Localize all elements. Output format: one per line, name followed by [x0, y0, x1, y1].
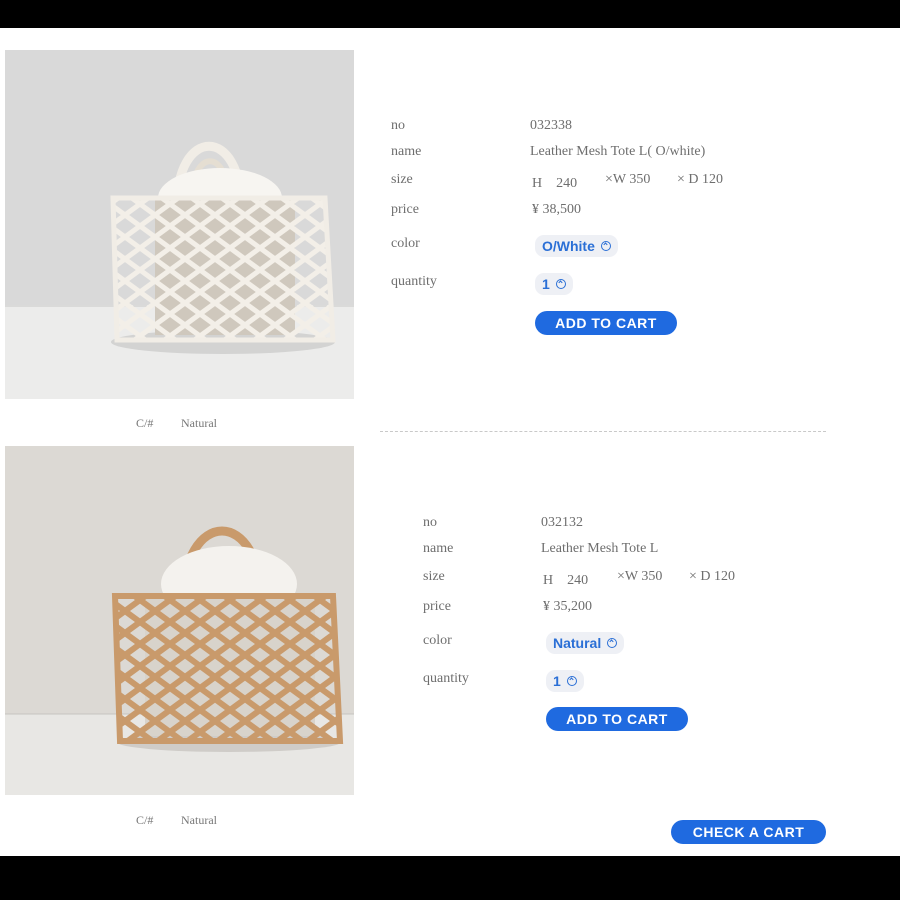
chevron-updown-icon [607, 638, 618, 648]
chevron-updown-icon [600, 241, 611, 251]
size-label: size [423, 569, 445, 584]
caption-code: C/# [136, 416, 154, 430]
product-number: 032338 [530, 118, 572, 133]
color-select[interactable]: Natural [546, 632, 625, 654]
divider [380, 431, 826, 432]
product-price: ¥ 35,200 [543, 599, 592, 614]
add-to-cart-button[interactable]: ADD TO CART [535, 311, 677, 335]
no-label: no [423, 515, 437, 530]
color-label: color [391, 236, 420, 251]
size-depth: × D 120 [689, 569, 736, 584]
name-label: name [391, 144, 422, 159]
product-photo-2 [5, 446, 354, 795]
caption-value: Natural [181, 813, 217, 827]
caption-value: Natural [181, 416, 217, 430]
price-label: price [391, 202, 419, 217]
quantity-label: quantity [391, 274, 437, 289]
product-name: Leather Mesh Tote L [541, 541, 659, 556]
size-height: H 240 [532, 176, 578, 191]
caption-code: C/# [136, 813, 154, 827]
chevron-updown-icon [555, 279, 566, 289]
size-width: ×W 350 [617, 569, 663, 584]
size-depth: × D 120 [677, 172, 724, 187]
product-page: C/# Natural no 032338 name Leather Mesh To… [0, 28, 900, 856]
color-select[interactable]: O/White [535, 235, 618, 257]
product-price: ¥ 38,500 [532, 202, 581, 217]
size-height: H 240 [543, 573, 589, 588]
product-photo-1 [5, 50, 354, 399]
chevron-updown-icon [566, 676, 577, 686]
color-select-value: O/White [542, 238, 595, 254]
mesh-tote-image [5, 50, 354, 399]
add-to-cart-button[interactable]: ADD TO CART [546, 707, 688, 731]
color-label: color [423, 633, 452, 648]
size-label: size [391, 172, 413, 187]
product-name: Leather Mesh Tote L( O/white) [530, 144, 706, 159]
quantity-select[interactable]: 1 [546, 670, 584, 692]
name-label: name [423, 541, 454, 556]
quantity-select-value: 1 [542, 276, 550, 292]
size-width: ×W 350 [605, 172, 651, 187]
product-number: 032132 [541, 515, 583, 530]
color-select-value: Natural [553, 635, 602, 651]
quantity-label: quantity [423, 671, 469, 686]
check-cart-button[interactable]: CHECK A CART [671, 820, 826, 844]
price-label: price [423, 599, 451, 614]
no-label: no [391, 118, 405, 133]
quantity-select[interactable]: 1 [535, 273, 573, 295]
mesh-tote-image [5, 446, 354, 795]
quantity-select-value: 1 [553, 673, 561, 689]
